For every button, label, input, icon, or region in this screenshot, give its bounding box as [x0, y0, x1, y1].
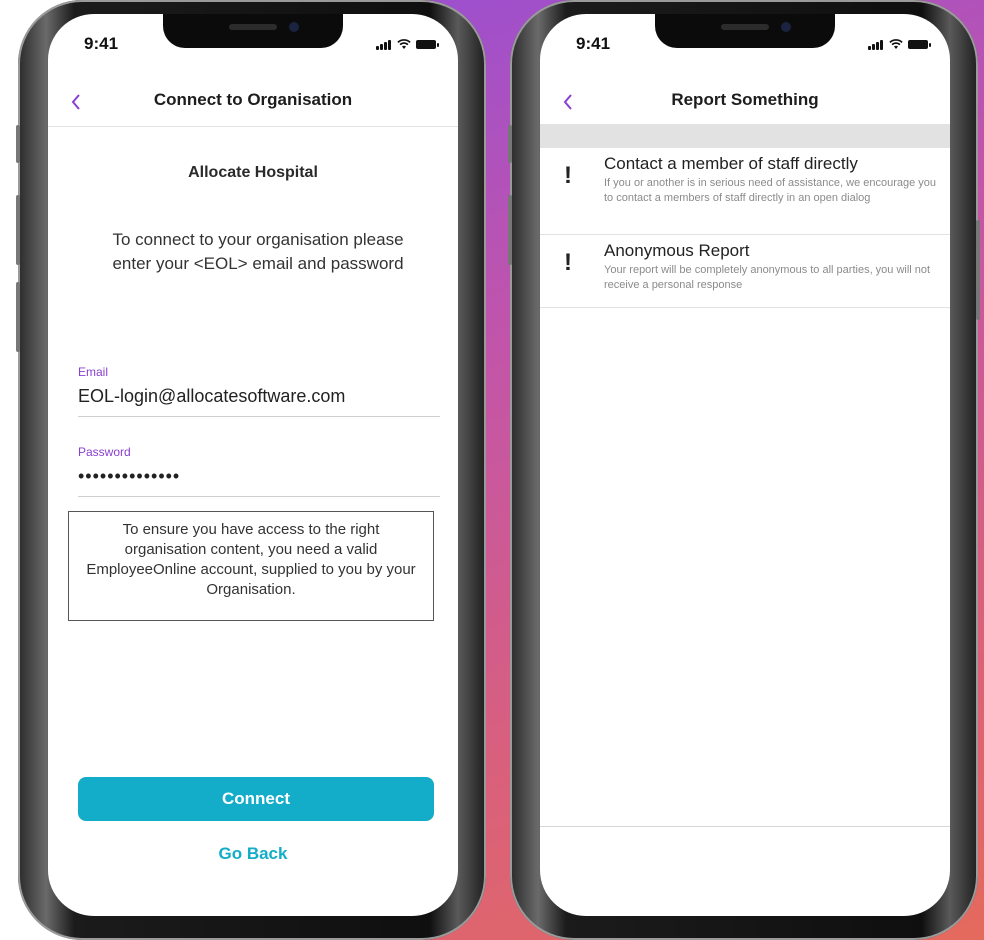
- report-option-anonymous[interactable]: ! Anonymous Report Your report will be c…: [540, 235, 950, 308]
- go-back-link[interactable]: Go Back: [48, 844, 458, 864]
- password-underline: [78, 496, 440, 497]
- password-field[interactable]: ••••••••••••••: [78, 466, 180, 487]
- power-button: [976, 220, 980, 320]
- password-label: Password: [78, 445, 131, 459]
- status-time: 9:41: [576, 34, 611, 53]
- report-option-title: Contact a member of staff directly: [604, 154, 858, 173]
- screen-report-something: 9:41 Report Something ! Contact a member…: [540, 14, 950, 916]
- access-notice: To ensure you have access to the right o…: [68, 511, 434, 621]
- battery-icon: [908, 40, 931, 49]
- battery-icon: [416, 40, 439, 49]
- report-option-description: If you or another is in serious need of …: [604, 177, 937, 204]
- email-label: Email: [78, 365, 109, 379]
- report-option-description: Your report will be completely anonymous…: [604, 264, 931, 291]
- status-time: 9:41: [84, 34, 119, 53]
- wifi-icon: [889, 39, 903, 49]
- report-option-title: Anonymous Report: [604, 241, 750, 260]
- connect-button[interactable]: Connect: [78, 777, 434, 821]
- notch: [655, 14, 835, 48]
- phone-right: 9:41 Report Something ! Contact a member…: [508, 0, 980, 940]
- email-underline: [78, 416, 440, 417]
- notch: [163, 14, 343, 48]
- page-title: Report Something: [671, 90, 819, 109]
- report-option-contact-staff[interactable]: ! Contact a member of staff directly If …: [540, 148, 950, 235]
- signal-icon: [376, 32, 392, 50]
- volume-up-button: [16, 195, 20, 265]
- page-title: Connect to Organisation: [153, 90, 353, 109]
- phone-left: 9:41 Connect to Organisation Allocate Ho…: [16, 0, 486, 940]
- instructions-text: To connect to your organisation please e…: [112, 230, 404, 273]
- exclamation-icon: !: [564, 249, 572, 276]
- exclamation-icon: !: [564, 162, 572, 189]
- section-divider: [540, 124, 950, 148]
- status-icons: [868, 32, 931, 50]
- mute-switch: [508, 125, 512, 163]
- volume-down-button: [16, 282, 20, 352]
- email-field[interactable]: EOL-login@allocatesoftware.com: [78, 386, 345, 407]
- mute-switch: [16, 125, 20, 163]
- screen-connect-organisation: 9:41 Connect to Organisation Allocate Ho…: [48, 14, 458, 916]
- nav-bar: Report Something: [540, 76, 950, 126]
- tab-bar-divider: [540, 826, 950, 827]
- wifi-icon: [397, 39, 411, 49]
- organisation-name: Allocate Hospital: [188, 164, 318, 181]
- nav-bar: Connect to Organisation: [48, 76, 458, 127]
- volume-up-button: [508, 195, 512, 265]
- signal-icon: [868, 32, 884, 50]
- status-icons: [376, 32, 439, 50]
